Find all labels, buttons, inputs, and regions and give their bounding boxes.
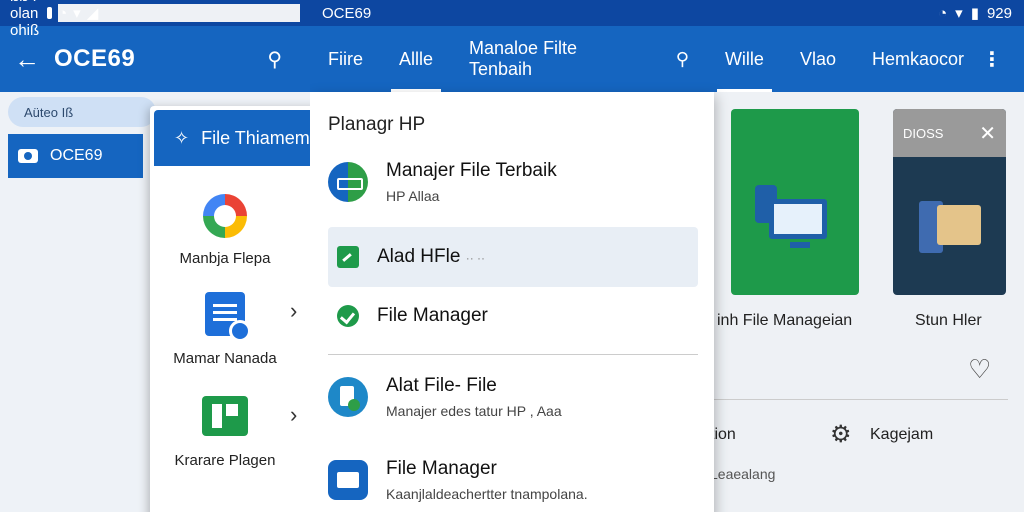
menu-item-subtitle: HP Allaa xyxy=(386,188,440,204)
alarm-icon: ◔ xyxy=(58,4,68,22)
storage-chip[interactable]: Aüteo Iß xyxy=(8,97,156,127)
folder-icon xyxy=(937,205,981,245)
row-label[interactable]: Kagejam xyxy=(870,426,933,444)
app-option-label: Manbja Flepa xyxy=(179,250,271,267)
app-title: OCE69 xyxy=(54,45,136,72)
share-sheet: ✧ File Thiamem Manbja Flepa Mamar Nanada… xyxy=(150,106,310,512)
battery-icon: ▮ xyxy=(970,5,979,22)
app-option-1[interactable]: Manbja Flepa xyxy=(150,194,300,267)
file-manager-app-icon xyxy=(328,162,368,202)
signal-icon: ◢ xyxy=(86,5,99,22)
clock-text: 929 xyxy=(986,4,1012,22)
wifi-icon: ▾ xyxy=(73,5,81,22)
tab-3[interactable]: Manaloe Filte Tenbaih xyxy=(451,26,658,92)
app-option-2[interactable]: Mamar Nanada xyxy=(150,292,300,367)
menu-item-subtitle: Kaanjlaldeachertter tnampolana. xyxy=(386,486,588,502)
card-caption: Stun Hler xyxy=(915,312,982,329)
card-header: DIOSS ✕ xyxy=(893,109,1006,157)
tab-4[interactable]: Wille xyxy=(707,26,782,92)
tab-2[interactable]: Allle xyxy=(381,26,451,92)
menu-item-title: Alat File- File xyxy=(386,375,497,396)
card-storage[interactable]: DIOSS ✕ xyxy=(893,109,1006,295)
chart-icon xyxy=(337,246,359,268)
notification-icon xyxy=(47,7,53,19)
app-bar: ← OCE69 ⚲ xyxy=(0,26,310,92)
alarm-icon: ◔ xyxy=(938,4,948,22)
file-tool-icon xyxy=(328,377,368,417)
menu-item-highlighted[interactable]: Alad HFle ·· ·· xyxy=(328,227,698,287)
wand-icon: ✧ xyxy=(174,127,190,148)
monitor-icon xyxy=(769,199,827,248)
menu-item-title: File Manager xyxy=(386,458,497,479)
left-phone-screen: ßß I olan ohiß ◔ ▾ ◢ ← OCE69 ⚲ Aüteo Iß … xyxy=(0,0,310,512)
menu-item[interactable]: Manajer File Terbaik HP Allaa xyxy=(328,152,698,212)
status-title: OCE69 xyxy=(322,4,372,22)
google-icon xyxy=(203,194,247,238)
menu-item-title: File Manager xyxy=(377,305,488,326)
app-option-label: Krarare Plagen xyxy=(174,452,276,469)
right-tablet-screen: OCE69 ◔ ▾ ▮ 929 Fiire Allle Manaloe Filt… xyxy=(310,0,1024,512)
document-icon xyxy=(205,292,251,342)
app-option-label: Mamar Nanada xyxy=(173,350,277,367)
heart-icon[interactable]: ♡ xyxy=(968,354,991,385)
more-options-icon[interactable]: ⋮ xyxy=(982,47,1024,72)
search-icon[interactable]: ⚲ xyxy=(658,26,707,92)
menu-item-title: Alad HFle ·· ·· xyxy=(377,246,486,267)
status-bar: OCE69 ◔ ▾ ▮ 929 xyxy=(310,0,1024,26)
menu-item-subtitle: Manajer edes tatur HP , Aaa xyxy=(386,403,562,419)
menu-title: Planagr HP xyxy=(328,114,426,135)
drive-label: OCE69 xyxy=(50,147,103,164)
row-subtext: Leaealang xyxy=(710,466,776,482)
menu-item[interactable]: Alat File- File Manajer edes tatur HP , … xyxy=(328,367,698,427)
chevron-right-icon[interactable]: › xyxy=(290,402,297,428)
gear-icon[interactable]: ⚙ xyxy=(830,420,852,449)
spreadsheet-icon xyxy=(202,396,248,436)
chevron-right-icon[interactable]: › xyxy=(290,298,297,324)
sheet-title: File Thiamem xyxy=(201,127,310,148)
menu-item-subtitle: ·· ·· xyxy=(465,251,486,265)
status-bar: ßß I olan ohiß ◔ ▾ ◢ xyxy=(0,0,310,39)
menu-item-title: Manajer File Terbaik xyxy=(386,160,557,181)
sheet-header[interactable]: ✧ File Thiamem xyxy=(154,110,310,166)
wifi-icon: ▾ xyxy=(955,5,963,22)
menu-item[interactable]: File Manager xyxy=(328,286,698,346)
divider xyxy=(714,399,1008,400)
camera-icon xyxy=(18,149,38,163)
card-label: DIOSS xyxy=(903,125,944,141)
tab-5[interactable]: Vlao xyxy=(782,26,854,92)
divider xyxy=(328,354,698,355)
card-file-manager[interactable] xyxy=(731,109,859,295)
card-caption: inh File Manageian xyxy=(717,312,853,329)
check-icon xyxy=(337,305,359,327)
tab-6[interactable]: Hemkaocor xyxy=(854,26,982,92)
menu-item[interactable]: File Manager Kaanjlaldeachertter tnampol… xyxy=(328,450,698,510)
tab-bar: Fiire Allle Manaloe Filte Tenbaih ⚲ Will… xyxy=(310,26,1024,92)
search-icon[interactable]: ⚲ xyxy=(267,47,282,72)
app-option-3[interactable]: Krarare Plagen xyxy=(150,396,300,469)
tab-1[interactable]: Fiire xyxy=(310,26,381,92)
back-arrow-icon[interactable]: ← xyxy=(14,44,54,75)
drive-item[interactable]: OCE69 xyxy=(8,134,143,178)
dropdown-menu: Planagr HP Manajer File Terbaik HP Allaa… xyxy=(310,92,714,512)
file-manager-icon xyxy=(328,460,368,500)
status-text: ßß I olan ohiß xyxy=(10,0,40,39)
close-icon[interactable]: ✕ xyxy=(979,121,996,146)
